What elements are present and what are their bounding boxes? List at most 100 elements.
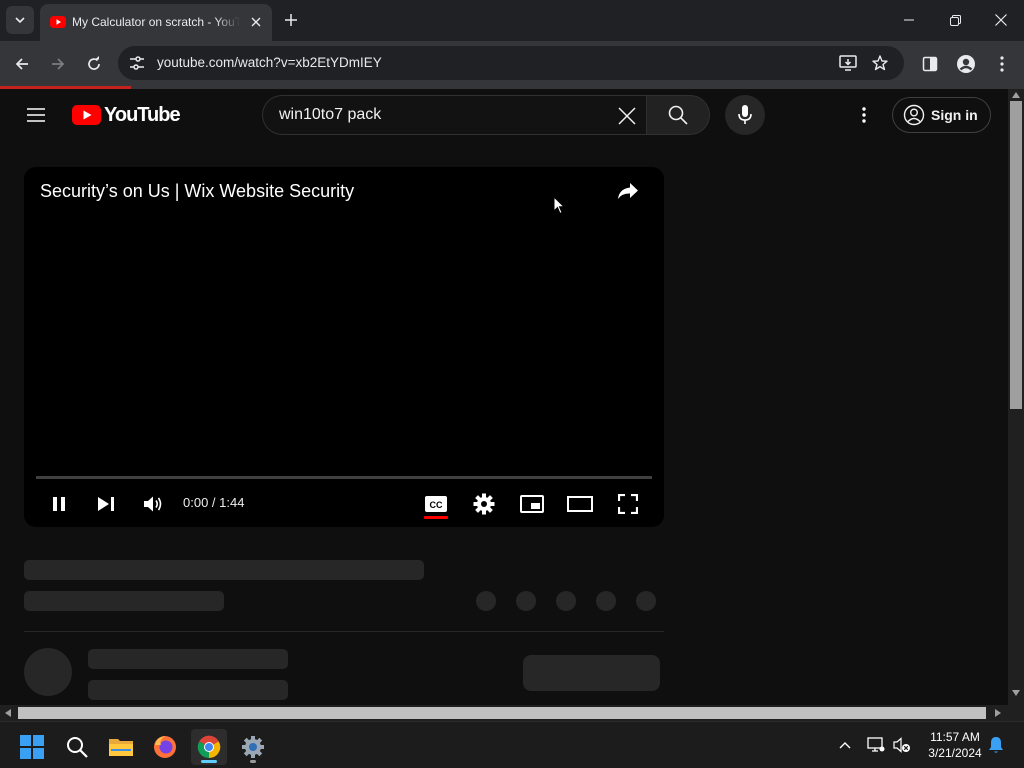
svg-text:CC: CC [430, 500, 443, 510]
side-panel-button[interactable] [917, 51, 943, 77]
search-box[interactable]: win10to7 pack [262, 95, 648, 135]
vertical-scrollbar[interactable] [1008, 89, 1024, 705]
notification-bell-icon [989, 737, 1003, 753]
settings-running-indicator [250, 760, 256, 763]
share-button[interactable] [614, 179, 642, 203]
skeleton-action [476, 591, 496, 611]
reload-button[interactable] [81, 51, 107, 77]
address-bar[interactable]: youtube.com/watch?v=xb2EtYDmIEY [118, 46, 904, 80]
close-window-button[interactable] [978, 0, 1024, 40]
forward-button[interactable] [45, 51, 71, 77]
tab-close-button[interactable] [247, 13, 265, 31]
youtube-logo-icon [72, 105, 101, 125]
browser-tab[interactable]: My Calculator on scratch - YouTube [40, 4, 272, 41]
url-text: youtube.com/watch?v=xb2EtYDmIEY [157, 55, 382, 70]
microphone-icon [738, 105, 752, 124]
scroll-left-icon[interactable] [5, 709, 11, 717]
site-info-icon [130, 56, 144, 70]
pause-button[interactable] [45, 490, 73, 518]
search-button[interactable] [646, 95, 710, 135]
browser-toolbar: youtube.com/watch?v=xb2EtYDmIEY [0, 41, 1024, 86]
clear-search-button[interactable] [615, 104, 639, 128]
video-player[interactable]: Security’s on Us | Wix Website Security … [24, 167, 664, 527]
next-button[interactable] [92, 490, 120, 518]
skeleton-action [516, 591, 536, 611]
search-input[interactable]: win10to7 pack [279, 106, 381, 124]
sign-in-label: Sign in [931, 107, 978, 123]
firefox-icon [154, 736, 176, 758]
volume-muted-icon [893, 737, 910, 753]
chrome-menu-button[interactable] [989, 51, 1015, 77]
pause-icon [53, 497, 65, 511]
captions-button[interactable]: CC [422, 490, 450, 518]
settings-more-button[interactable] [852, 103, 876, 127]
restore-button[interactable] [932, 0, 978, 40]
profile-button[interactable] [953, 51, 979, 77]
install-app-button[interactable] [837, 53, 859, 73]
account-icon [903, 104, 925, 126]
tab-strip: My Calculator on scratch - YouTube [0, 0, 1024, 41]
system-clock[interactable]: 11:57 AM 3/21/2024 [920, 729, 990, 761]
minimize-icon [904, 19, 914, 21]
voice-search-button[interactable] [725, 95, 765, 135]
windows-start-icon [20, 735, 44, 759]
network-icon [867, 737, 885, 752]
guide-menu-button[interactable] [22, 103, 50, 127]
taskbar: 11:57 AM 3/21/2024 [0, 721, 1024, 768]
sign-in-button[interactable]: Sign in [892, 97, 991, 133]
tab-title: My Calculator on scratch - YouTube [72, 15, 240, 29]
skeleton-action [556, 591, 576, 611]
scroll-up-icon[interactable] [1012, 92, 1020, 98]
settings-button[interactable] [470, 490, 498, 518]
file-explorer-button[interactable] [103, 729, 139, 765]
notification-center-button[interactable] [986, 735, 1006, 755]
skeleton-channel-subs [88, 680, 288, 700]
mute-button[interactable] [139, 490, 167, 518]
bookmark-star-icon [872, 55, 888, 71]
back-button[interactable] [9, 51, 35, 77]
time-display: 0:00 / 1:44 [183, 495, 245, 510]
install-app-icon [839, 55, 857, 71]
vertical-scroll-thumb[interactable] [1010, 101, 1022, 409]
fullscreen-icon [618, 494, 638, 514]
theater-mode-button[interactable] [566, 490, 594, 518]
new-tab-button[interactable] [281, 10, 301, 30]
skeleton-action [636, 591, 656, 611]
fullscreen-button[interactable] [614, 490, 642, 518]
bookmark-button[interactable] [869, 53, 891, 73]
clock-date: 3/21/2024 [928, 746, 982, 760]
tray-overflow-button[interactable] [836, 736, 854, 754]
horizontal-scroll-thumb[interactable] [18, 707, 986, 719]
mouse-cursor [553, 196, 565, 215]
skeleton-title [24, 560, 424, 580]
scroll-down-icon[interactable] [1012, 690, 1020, 696]
share-icon [618, 183, 638, 199]
horizontal-scrollbar[interactable] [0, 705, 1024, 721]
network-status[interactable] [866, 735, 886, 755]
scroll-right-icon[interactable] [995, 709, 1001, 717]
site-info-button[interactable] [126, 53, 148, 73]
close-icon [995, 14, 1007, 26]
reload-icon [88, 56, 100, 70]
chrome-running-indicator [201, 760, 217, 763]
hamburger-icon [27, 108, 45, 122]
skeleton-action [596, 591, 616, 611]
tray-chevron-icon [839, 742, 851, 749]
firefox-button[interactable] [147, 729, 183, 765]
volume-icon [144, 496, 162, 512]
file-explorer-icon [109, 739, 133, 756]
search-icon [668, 105, 688, 125]
youtube-home-logo[interactable]: YouTube [72, 103, 181, 127]
start-button[interactable] [14, 729, 50, 765]
minimize-button[interactable] [886, 0, 932, 40]
video-progress-bar[interactable] [36, 476, 652, 479]
volume-status[interactable] [892, 735, 912, 755]
tab-search-button[interactable] [6, 6, 34, 34]
theater-icon [567, 496, 593, 512]
miniplayer-button[interactable] [518, 490, 546, 518]
clear-icon [618, 107, 636, 125]
taskbar-search-button[interactable] [59, 729, 95, 765]
youtube-page: YouTube win10to7 pack Sign in Security’s… [0, 89, 1008, 705]
skeleton-divider [24, 631, 664, 632]
video-title[interactable]: Security’s on Us | Wix Website Security [40, 180, 354, 202]
